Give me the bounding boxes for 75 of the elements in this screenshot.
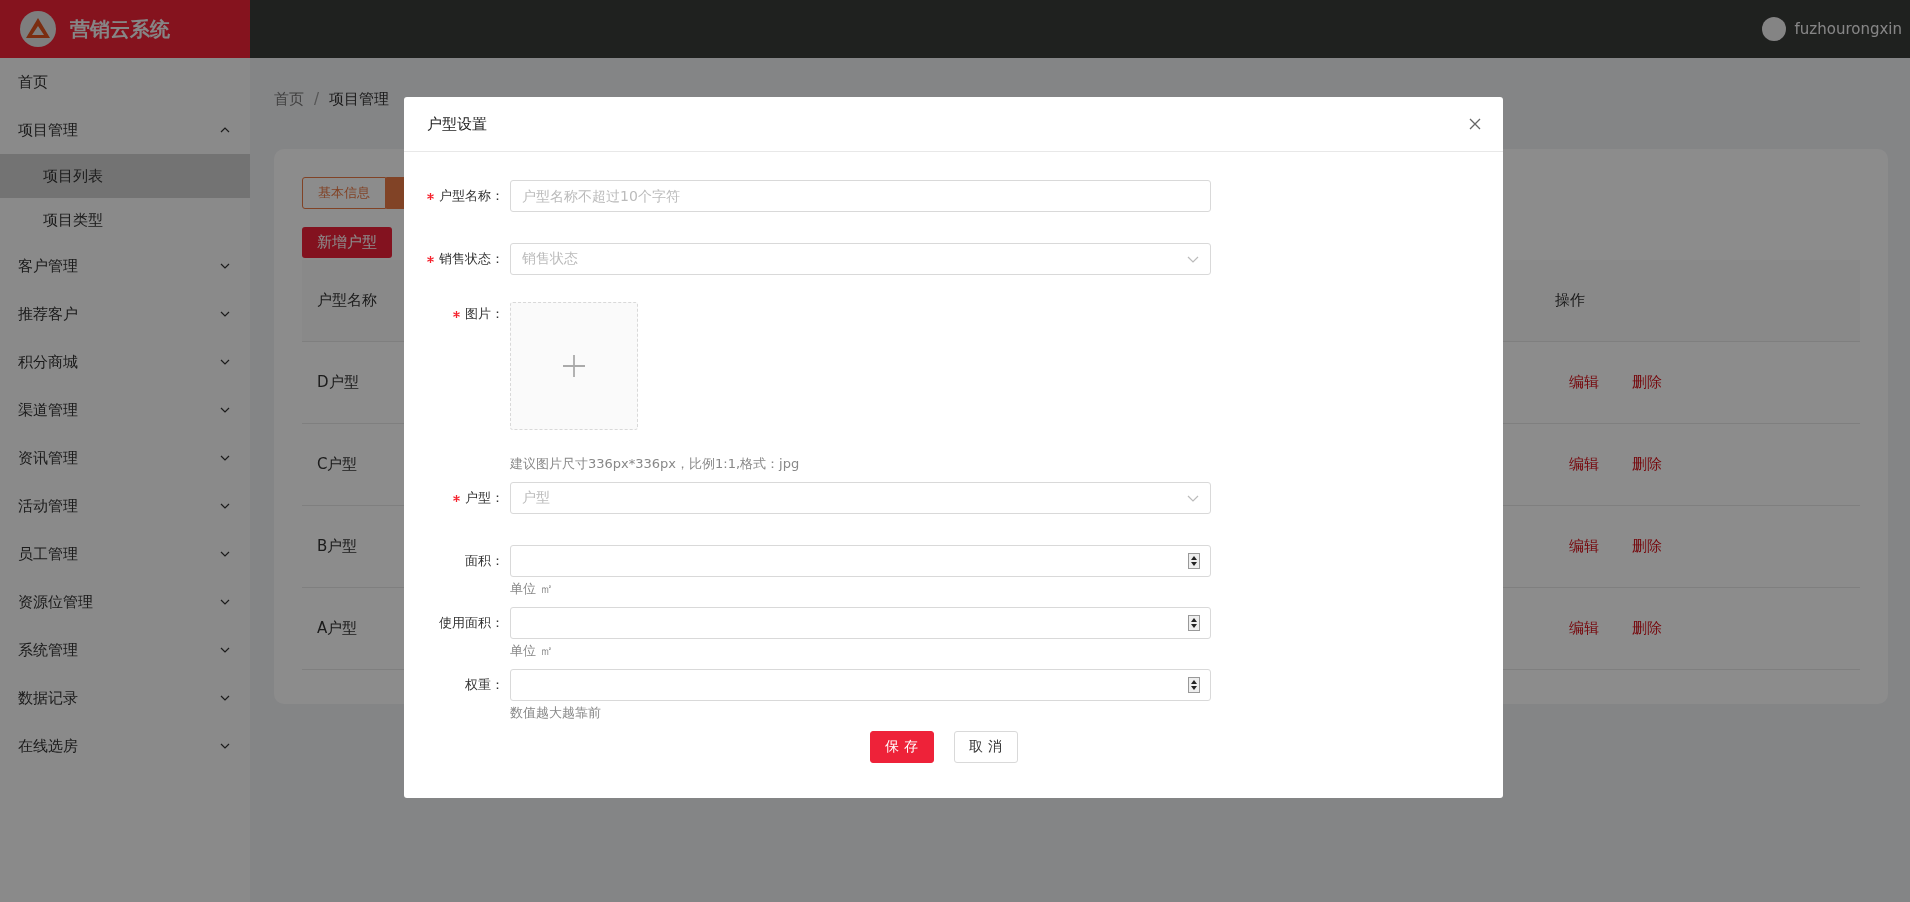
dialog-title: 户型设置 bbox=[427, 114, 487, 134]
sidebar-item[interactable]: 项目管理 bbox=[0, 106, 250, 154]
column-header: 操作 bbox=[1554, 291, 1585, 310]
chevron-down-icon bbox=[1187, 255, 1199, 263]
app-title: 营销云系统 bbox=[70, 15, 170, 43]
text-field[interactable]: 户型名称不超过10个字符 bbox=[510, 180, 1211, 212]
chevron-down-icon bbox=[220, 695, 230, 701]
table-cell-text: C户型 bbox=[316, 455, 358, 474]
chevron-down-icon bbox=[220, 407, 230, 413]
chevron-down-icon bbox=[220, 503, 230, 509]
action-link[interactable]: 删除 bbox=[1632, 373, 1662, 392]
table-cell-text: A户型 bbox=[316, 619, 358, 638]
field-hint: 建议图片尺寸336px*336px，比例1:1,格式：jpg bbox=[510, 455, 801, 473]
field-hint: 单位 ㎡ bbox=[510, 642, 555, 660]
chevron-down-icon bbox=[220, 263, 230, 269]
spinner-icon bbox=[1188, 553, 1200, 569]
sidebar-item[interactable]: 首页 bbox=[0, 58, 250, 106]
field-hint: 单位 ㎡ bbox=[510, 580, 555, 598]
field-label: 权重： bbox=[465, 676, 504, 694]
sidebar-item[interactable]: 资讯管理 bbox=[0, 434, 250, 482]
sidebar-item[interactable]: 积分商城 bbox=[0, 338, 250, 386]
field-label: 使用面积： bbox=[439, 614, 504, 632]
user-name[interactable]: fuzhourongxin bbox=[1794, 20, 1902, 38]
column-header: 户型名称 bbox=[316, 291, 377, 310]
field-label: 户型名称： bbox=[439, 187, 504, 205]
field-label: 户型： bbox=[465, 489, 504, 507]
field-hint: 数值越大越靠前 bbox=[510, 704, 602, 722]
action-link[interactable]: 编辑 bbox=[1569, 537, 1599, 556]
spinner-icon bbox=[1188, 615, 1200, 631]
field-label: 面积： bbox=[465, 552, 504, 570]
chevron-down-icon bbox=[220, 551, 230, 557]
action-link[interactable]: 编辑 bbox=[1569, 619, 1599, 638]
cancel-button[interactable]: 取 消 bbox=[953, 731, 1018, 763]
action-link[interactable]: 编辑 bbox=[1569, 455, 1599, 474]
logo-icon bbox=[20, 11, 56, 47]
action-link[interactable]: 删除 bbox=[1632, 455, 1662, 474]
number-field[interactable] bbox=[510, 607, 1211, 639]
add-button[interactable]: 新增户型 bbox=[302, 227, 392, 258]
chevron-down-icon bbox=[220, 311, 230, 317]
chevron-down-icon bbox=[220, 455, 230, 461]
breadcrumb-link[interactable]: 首页 bbox=[274, 89, 304, 109]
save-button[interactable]: 保 存 bbox=[869, 731, 934, 763]
plus-icon bbox=[563, 355, 585, 377]
chevron-down-icon bbox=[220, 359, 230, 365]
chevron-down-icon bbox=[220, 743, 230, 749]
close-icon bbox=[1469, 118, 1481, 130]
field-label: 图片： bbox=[465, 305, 504, 323]
spinner-icon bbox=[1188, 677, 1200, 693]
table-cell-text: B户型 bbox=[316, 537, 358, 556]
sidebar-item[interactable]: 资源位管理 bbox=[0, 578, 250, 626]
field-label: 销售状态： bbox=[439, 250, 504, 268]
sidebar-item[interactable]: 数据记录 bbox=[0, 674, 250, 722]
sidebar-item[interactable]: 在线选房 bbox=[0, 722, 250, 770]
chevron-down-icon bbox=[220, 647, 230, 653]
avatar-icon[interactable] bbox=[1761, 17, 1786, 41]
sidebar-item[interactable]: 员工管理 bbox=[0, 530, 250, 578]
chevron-down-icon bbox=[1187, 494, 1199, 502]
sidebar-item[interactable]: 渠道管理 bbox=[0, 386, 250, 434]
table-cell-text: D户型 bbox=[316, 373, 359, 392]
action-link[interactable]: 删除 bbox=[1632, 619, 1662, 638]
sidebar-item[interactable]: 客户管理 bbox=[0, 242, 250, 290]
sidebar-item[interactable]: 推荐客户 bbox=[0, 290, 250, 338]
sidebar-subitem[interactable]: 项目类型 bbox=[0, 198, 250, 242]
number-field[interactable] bbox=[510, 669, 1211, 701]
breadcrumb-separator: / bbox=[314, 90, 320, 108]
sidebar-item[interactable]: 系统管理 bbox=[0, 626, 250, 674]
number-field[interactable] bbox=[510, 545, 1211, 577]
chevron-down-icon bbox=[220, 599, 230, 605]
action-link[interactable]: 编辑 bbox=[1569, 373, 1599, 392]
sidebar-subitem[interactable]: 项目列表 bbox=[0, 154, 250, 198]
upload-box[interactable] bbox=[510, 302, 638, 430]
action-link[interactable]: 删除 bbox=[1632, 537, 1662, 556]
sidebar-item[interactable]: 活动管理 bbox=[0, 482, 250, 530]
chevron-up-icon bbox=[220, 127, 230, 133]
breadcrumb-link[interactable]: 项目管理 bbox=[329, 89, 390, 109]
